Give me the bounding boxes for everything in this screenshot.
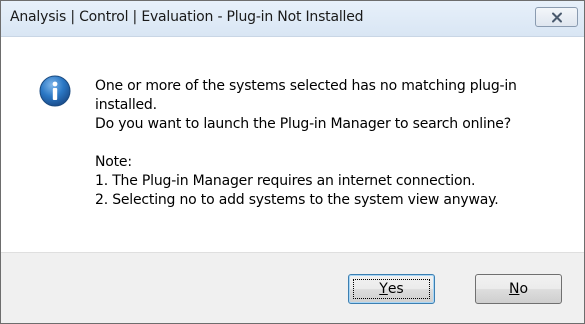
close-button[interactable]: [535, 7, 578, 27]
yes-button[interactable]: Yes: [348, 274, 435, 304]
title-bar[interactable]: Analysis | Control | Evaluation - Plug-i…: [1, 1, 584, 37]
focus-rectangle: [353, 279, 430, 299]
no-mnemonic: N: [508, 281, 520, 297]
no-label-rest: o: [519, 281, 529, 297]
message-line: One or more of the systems selected has …: [95, 78, 517, 94]
message-line: installed.: [95, 97, 157, 113]
note-heading: Note:: [95, 154, 132, 170]
message-text: One or more of the systems selected has …: [95, 77, 565, 210]
note-item: 2. Selecting no to add systems to the sy…: [95, 192, 499, 208]
close-icon: [551, 12, 563, 23]
message-dialog: Analysis | Control | Evaluation - Plug-i…: [0, 0, 585, 324]
button-bar: Yes No: [1, 252, 584, 323]
message-question: Do you want to launch the Plug-in Manage…: [95, 116, 511, 132]
note-item: 1. The Plug-in Manager requires an inter…: [95, 173, 476, 189]
window-title: Analysis | Control | Evaluation - Plug-i…: [10, 9, 364, 25]
info-icon: [39, 75, 71, 107]
dialog-content: One or more of the systems selected has …: [1, 38, 584, 252]
no-button[interactable]: No: [475, 274, 562, 304]
